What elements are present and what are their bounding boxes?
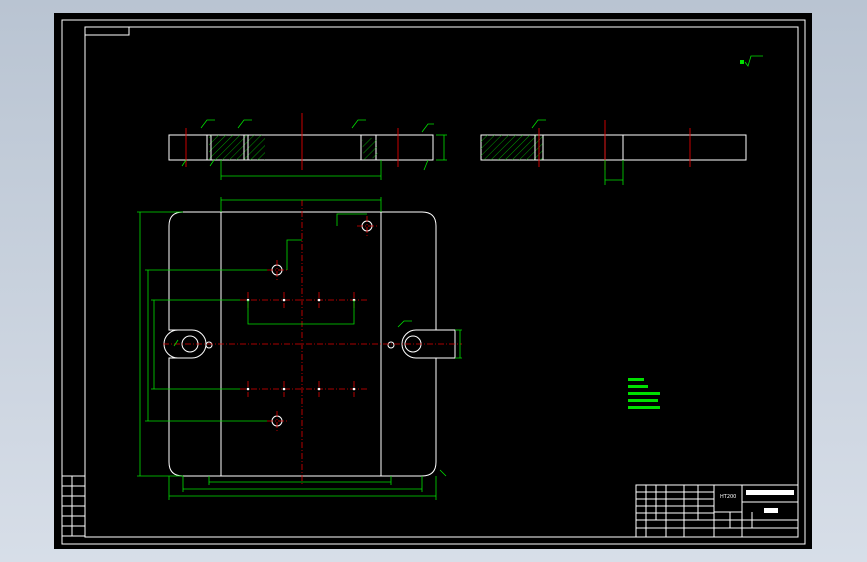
revision-strip: [61, 475, 86, 537]
front-section-view: [168, 113, 447, 180]
roughness-symbol: [740, 55, 763, 67]
sheet-border-inner: [84, 26, 799, 538]
plan-view: [163, 200, 462, 486]
technical-notes: [628, 378, 660, 409]
title-block: HT200: [635, 484, 799, 538]
drawing-number-box: [84, 26, 130, 36]
drawing-code: HT200: [720, 494, 736, 500]
cad-viewport[interactable]: HT200: [54, 13, 812, 549]
plan-dimensions: [137, 197, 462, 500]
cad-drawing: HT200: [61, 19, 806, 545]
sheet-border-outer: [61, 19, 806, 545]
side-section-view: [480, 119, 747, 185]
